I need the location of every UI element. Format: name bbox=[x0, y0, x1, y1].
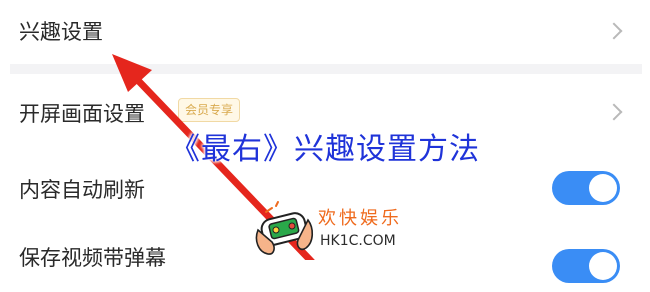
settings-item-interest[interactable]: 兴趣设置 bbox=[0, 0, 650, 62]
overlay-title: 《最右》兴趣设置方法 bbox=[170, 132, 480, 167]
save-video-danmaku-toggle[interactable] bbox=[552, 249, 620, 283]
chevron-right-icon bbox=[605, 22, 623, 40]
settings-item-label: 保存视频带弹幕 bbox=[19, 246, 166, 270]
settings-item-label: 兴趣设置 bbox=[19, 20, 103, 44]
game-controller-logo-icon bbox=[255, 201, 314, 255]
auto-refresh-toggle[interactable] bbox=[552, 171, 620, 205]
settings-item-label: 内容自动刷新 bbox=[19, 178, 145, 202]
vip-exclusive-badge: 会员专享 bbox=[178, 98, 241, 122]
section-divider bbox=[10, 64, 642, 74]
toggle-knob bbox=[589, 174, 617, 202]
toggle-knob bbox=[589, 252, 617, 280]
watermark-site: HK1C.COM bbox=[320, 233, 396, 249]
watermark-name: 欢快娱乐 bbox=[318, 208, 402, 229]
chevron-right-icon bbox=[605, 103, 623, 121]
